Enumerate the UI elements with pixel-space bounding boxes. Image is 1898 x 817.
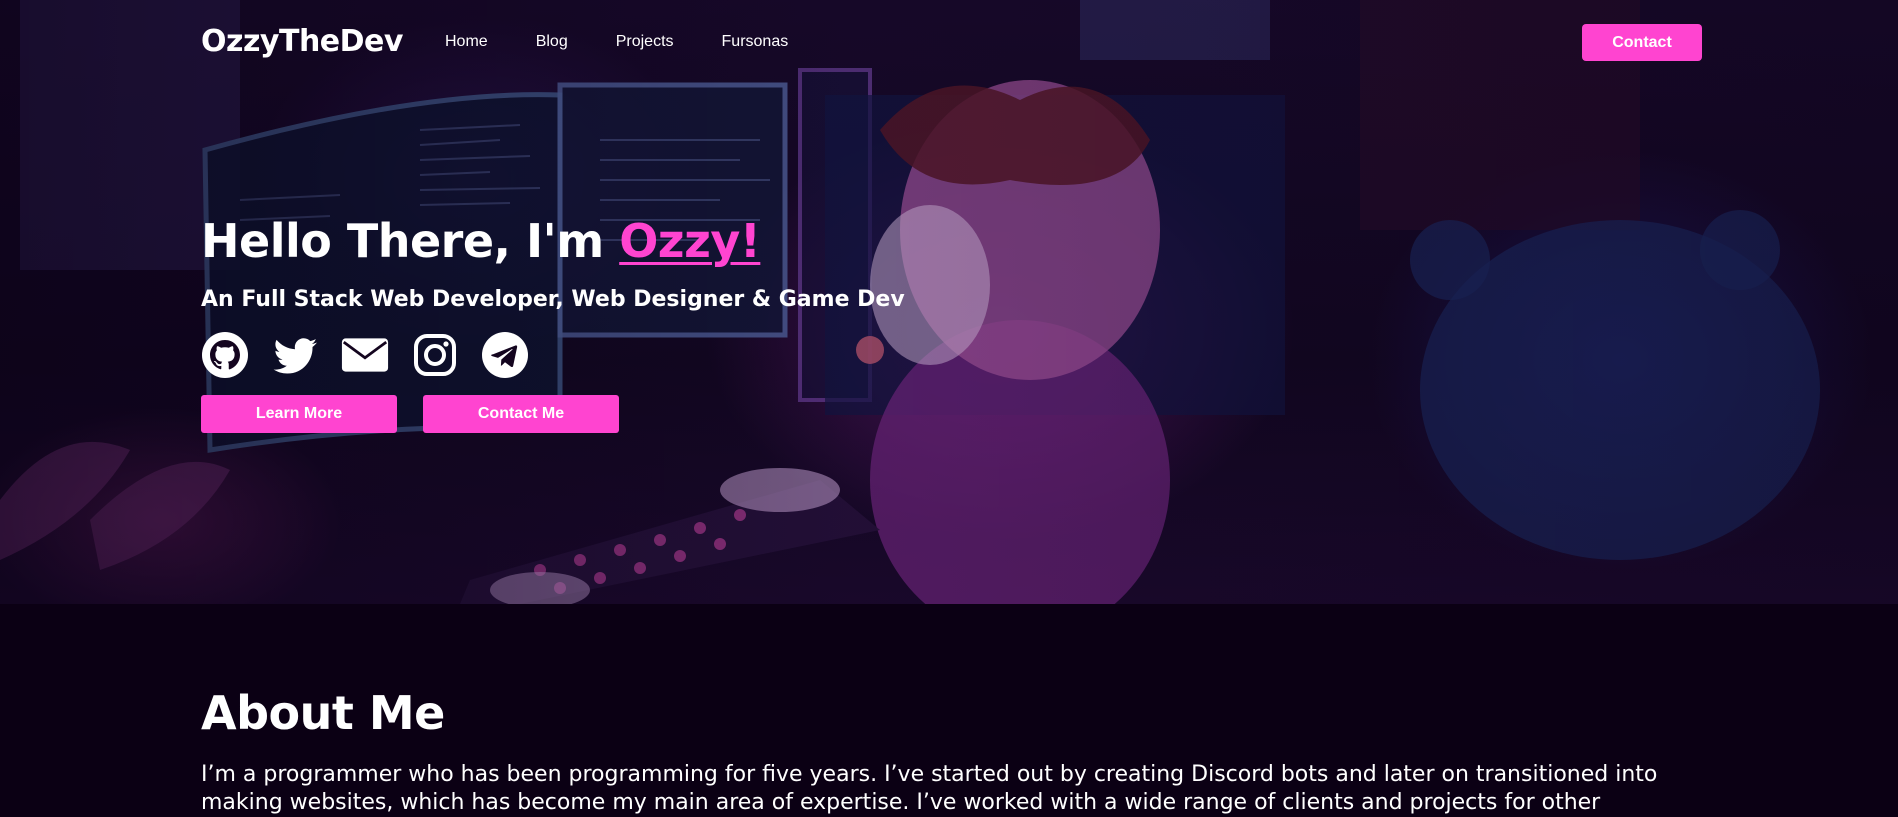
contact-me-button[interactable]: Contact Me: [423, 395, 619, 433]
about-section: About Me I’m a programmer who has been p…: [0, 604, 1898, 817]
nav-contact-button[interactable]: Contact: [1582, 24, 1702, 61]
nav-links: Home Blog Projects Fursonas: [445, 33, 836, 51]
about-title: About Me: [201, 686, 445, 740]
twitter-icon[interactable]: [271, 331, 319, 379]
telegram-icon[interactable]: [481, 331, 529, 379]
hero-title-name[interactable]: Ozzy!: [619, 214, 761, 268]
hero-title-prefix: Hello There, I'm: [201, 214, 620, 268]
hero-section: OzzyTheDev Home Blog Projects Fursonas C…: [0, 0, 1898, 604]
mail-icon[interactable]: [341, 331, 389, 379]
hero-subtitle: An Full Stack Web Developer, Web Designe…: [201, 287, 905, 312]
nav-link-home[interactable]: Home: [445, 33, 488, 51]
instagram-icon[interactable]: [411, 331, 459, 379]
nav-link-blog[interactable]: Blog: [536, 33, 568, 51]
learn-more-button[interactable]: Learn More: [201, 395, 397, 433]
nav-link-projects[interactable]: Projects: [616, 33, 674, 51]
about-text: I’m a programmer who has been programmin…: [201, 762, 1658, 815]
hero-title: Hello There, I'm Ozzy!: [201, 214, 761, 268]
top-navigation: OzzyTheDev Home Blog Projects Fursonas C…: [0, 0, 1898, 86]
nav-link-fursonas[interactable]: Fursonas: [722, 33, 789, 51]
site-logo[interactable]: OzzyTheDev: [201, 24, 403, 59]
github-icon[interactable]: [201, 331, 249, 379]
social-links: [201, 331, 529, 379]
